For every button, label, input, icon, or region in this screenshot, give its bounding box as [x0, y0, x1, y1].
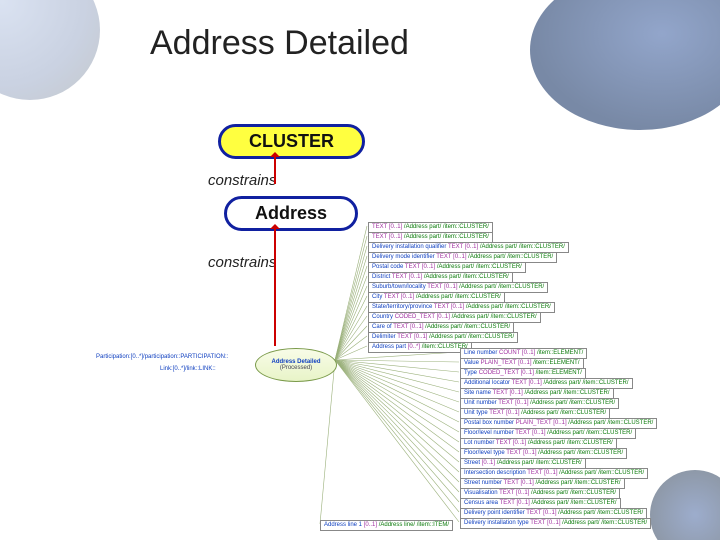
label-constrains-2: constrains	[208, 254, 276, 271]
schema-row: Additional locator TEXT [0..1] /Address …	[460, 378, 633, 389]
node-subtitle: (Processed)	[280, 365, 312, 371]
schema-row: TEXT [0..1] /Address part/ /item::CLUSTE…	[368, 222, 493, 233]
schema-row: Delivery installation qualifier TEXT [0.…	[368, 242, 569, 253]
schema-row: TEXT [0..1] /Address part/ /item::CLUSTE…	[368, 232, 493, 243]
decor-bottom-right	[650, 470, 720, 540]
schema-row: Floor/level type TEXT [0..1] /Address pa…	[460, 448, 627, 459]
schema-row: Site name TEXT [0..1] /Address part/ /it…	[460, 388, 614, 399]
schema-row: Intersection description TEXT [0..1] /Ad…	[460, 468, 648, 479]
schema-row: Census area TEXT [0..1] /Address part/ /…	[460, 498, 621, 509]
schema-row: Street number TEXT [0..1] /Address part/…	[460, 478, 625, 489]
schema-row: Postal code TEXT [0..1] /Address part/ /…	[368, 262, 526, 273]
schema-row: Visualisation TEXT [0..1] /Address part/…	[460, 488, 620, 499]
label-constrains-1: constrains	[208, 172, 276, 189]
schema-row: Delivery point identifier TEXT [0..1] /A…	[460, 508, 647, 519]
schema-row: Unit type TEXT [0..1] /Address part/ /it…	[460, 408, 610, 419]
schema-row: Delivery mode identifier TEXT [0..1] /Ad…	[368, 252, 557, 263]
schema-row: Country CODED_TEXT [0..1] /Address part/…	[368, 312, 541, 323]
origin-participation: Participation:[0..*]/participation::PART…	[96, 354, 228, 360]
schema-row: Address part [0..*] /item::CLUSTER/	[368, 342, 472, 353]
schema-row: Postal box number PLAIN_TEXT [0..1] /Add…	[460, 418, 657, 429]
pill-cluster: CLUSTER	[218, 124, 365, 159]
page-title: Address Detailed	[150, 24, 409, 63]
schema-row: Value PLAIN_TEXT [0..1] /item::ELEMENT/	[460, 358, 584, 369]
schema-row: Care of TEXT [0..1] /Address part/ /item…	[368, 322, 514, 333]
schema-row: Unit number TEXT [0..1] /Address part/ /…	[460, 398, 619, 409]
schema-row: District TEXT [0..1] /Address part/ /ite…	[368, 272, 513, 283]
schema-row: City TEXT [0..1] /Address part/ /item::C…	[368, 292, 505, 303]
arrow-2	[274, 226, 276, 346]
schema-row: Street [0..1] /Address part/ /item::CLUS…	[460, 458, 586, 469]
decor-top-left	[0, 0, 100, 100]
schema-row: Delivery installation type TEXT [0..1] /…	[460, 518, 651, 529]
schema-row: Lot number TEXT [0..1] /Address part/ /i…	[460, 438, 617, 449]
schema-row-bottom: Address line 1 [0..1] /Address line/ /it…	[320, 520, 453, 531]
schema-row: Delimiter TEXT [0..1] /Address part/ /it…	[368, 332, 518, 343]
decor-top-right	[530, 0, 720, 130]
schema-row: Type CODED_TEXT [0..1] /item::ELEMENT/	[460, 368, 586, 379]
schema-row: Floor/level number TEXT [0..1] /Address …	[460, 428, 636, 439]
schema-row: Line number COUNT [0..1] /item::ELEMENT/	[460, 348, 587, 359]
schema-row: State/territory/province TEXT [0..1] /Ad…	[368, 302, 555, 313]
schema-row: Suburb/town/locality TEXT [0..1] /Addres…	[368, 282, 548, 293]
node-address-detailed: Address Detailed (Processed)	[255, 348, 337, 382]
pill-address: Address	[224, 196, 358, 231]
origin-link: Link:[0..*]/link::LINK::	[160, 366, 216, 372]
arrow-1	[274, 154, 276, 184]
